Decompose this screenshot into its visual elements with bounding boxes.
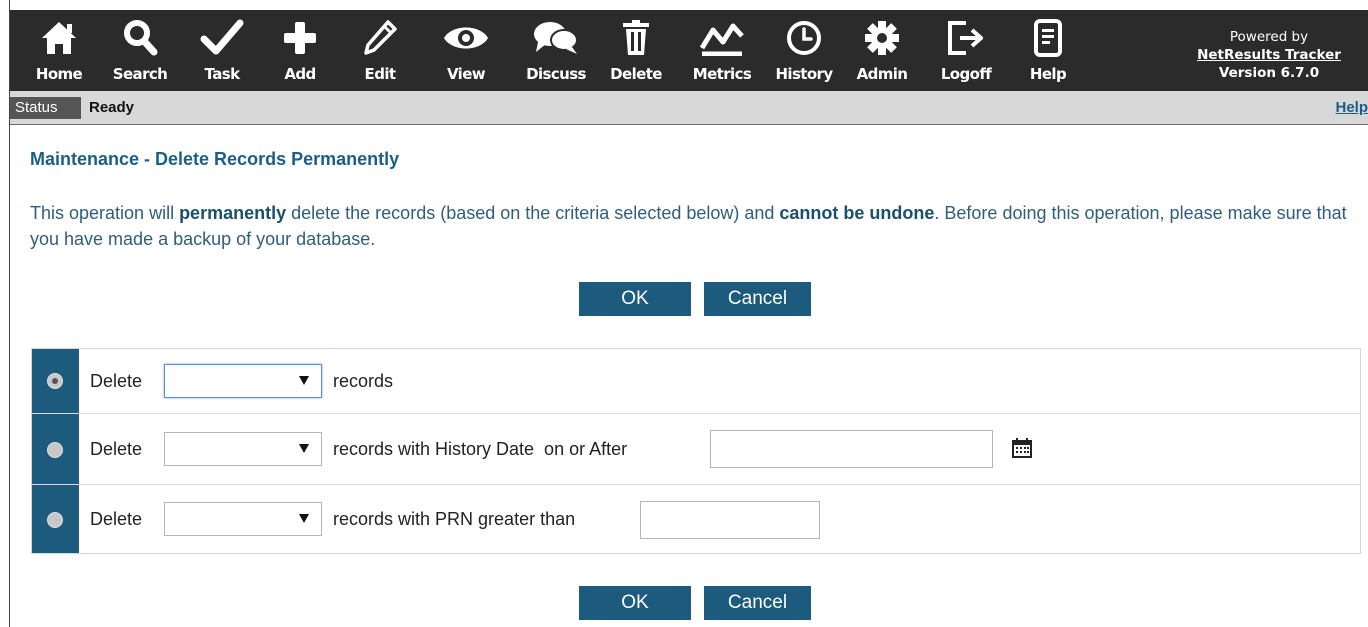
gear-icon	[850, 18, 914, 58]
record-type-select-3[interactable]	[164, 502, 322, 536]
warning-text-2: delete the records (based on the criteri…	[286, 203, 780, 223]
home-icon	[27, 18, 91, 58]
toolbar-add-button[interactable]: Add	[268, 10, 332, 91]
calendar-icon[interactable]	[1012, 438, 1032, 463]
option-row-delete-records: Delete records	[32, 349, 1360, 413]
help-link[interactable]: Help	[1335, 97, 1368, 119]
toolbar-logoff-button[interactable]: Logoff	[934, 10, 998, 91]
delete-options-table: Delete records Delete records with Histo…	[31, 348, 1361, 554]
option-prefix: Delete	[90, 509, 143, 529]
history-date-input[interactable]	[710, 430, 993, 468]
toolbar-home-label: Home	[35, 65, 83, 83]
radio-cell	[32, 485, 79, 553]
status-label: Status	[10, 97, 81, 119]
status-bar: Status Ready Help	[10, 91, 1368, 125]
record-type-select-1[interactable]	[164, 364, 322, 398]
radio-cell	[32, 349, 79, 413]
option-suffix: records	[333, 371, 394, 391]
option-prefix: Delete	[90, 371, 143, 391]
chat-icon	[520, 18, 592, 58]
toolbar-delete-label: Delete	[610, 65, 662, 83]
logoff-icon	[934, 18, 998, 58]
warning-bold-permanently: permanently	[179, 203, 287, 223]
option-row-history-date: Delete records with History Date on or A…	[32, 413, 1360, 484]
main-toolbar: Home Search Task Add Edit View Discuss D…	[10, 10, 1368, 91]
toolbar-add-label: Add	[284, 65, 316, 83]
cancel-button-bottom[interactable]: Cancel	[704, 586, 811, 620]
warning-bold-cannot-undo: cannot be undone	[779, 203, 935, 223]
toolbar-metrics-button[interactable]: Metrics	[686, 10, 758, 91]
pencil-icon	[348, 18, 412, 58]
status-value: Ready	[89, 99, 135, 116]
dropdown-arrow-icon	[299, 444, 309, 453]
check-icon	[190, 18, 254, 58]
option-radio-3[interactable]	[47, 512, 63, 528]
toolbar-search-button[interactable]: Search	[108, 10, 172, 91]
ok-button-top[interactable]: OK	[579, 282, 691, 316]
toolbar-task-label: Task	[204, 65, 241, 83]
toolbar-help-button[interactable]: Help	[1016, 10, 1080, 91]
trash-icon	[604, 18, 668, 58]
dropdown-arrow-icon	[299, 376, 309, 385]
record-type-select-2[interactable]	[164, 432, 322, 466]
option-prefix: Delete	[90, 439, 143, 459]
warning-text-1: This operation will	[30, 203, 180, 223]
search-icon	[108, 18, 172, 58]
toolbar-discuss-button[interactable]: Discuss	[520, 10, 592, 91]
option-radio-2[interactable]	[47, 442, 63, 458]
product-link[interactable]: NetResults Tracker	[1174, 46, 1364, 64]
page-title: Maintenance - Delete Records Permanently	[30, 149, 400, 169]
toolbar-task-button[interactable]: Task	[190, 10, 254, 91]
toolbar-history-label: History	[775, 65, 833, 83]
option-radio-1[interactable]	[47, 373, 63, 389]
toolbar-discuss-label: Discuss	[526, 65, 586, 83]
toolbar-edit-button[interactable]: Edit	[348, 10, 412, 91]
powered-by-text: Powered by	[1229, 29, 1309, 45]
toolbar-logoff-label: Logoff	[940, 65, 992, 83]
ok-button-bottom[interactable]: OK	[579, 586, 691, 620]
document-icon	[1016, 18, 1080, 58]
plus-icon	[268, 18, 332, 58]
toolbar-home-button[interactable]: Home	[27, 10, 91, 91]
chart-icon	[686, 18, 758, 58]
toolbar-edit-label: Edit	[364, 65, 397, 83]
toolbar-history-button[interactable]: History	[768, 10, 840, 91]
cancel-button-top[interactable]: Cancel	[704, 282, 811, 316]
clock-icon	[768, 18, 840, 58]
warning-message: This operation will permanently delete t…	[30, 200, 1360, 252]
toolbar-view-label: View	[446, 65, 486, 83]
option-suffix: records with History Date on or After	[333, 439, 628, 459]
prn-input[interactable]	[640, 501, 820, 539]
version-text: Version 6.7.0	[1218, 65, 1320, 81]
radio-cell	[32, 414, 79, 484]
eye-icon	[434, 18, 498, 58]
powered-by-block: Powered by NetResults Tracker Version 6.…	[1174, 28, 1364, 82]
dropdown-arrow-icon	[299, 514, 309, 523]
toolbar-metrics-label: Metrics	[692, 65, 752, 83]
toolbar-admin-button[interactable]: Admin	[850, 10, 914, 91]
toolbar-help-label: Help	[1029, 65, 1067, 83]
toolbar-admin-label: Admin	[856, 65, 908, 83]
toolbar-view-button[interactable]: View	[434, 10, 498, 91]
toolbar-delete-button[interactable]: Delete	[604, 10, 668, 91]
toolbar-search-label: Search	[112, 65, 168, 83]
option-suffix: records with PRN greater than	[333, 509, 576, 529]
option-row-prn: Delete records with PRN greater than	[32, 484, 1360, 553]
